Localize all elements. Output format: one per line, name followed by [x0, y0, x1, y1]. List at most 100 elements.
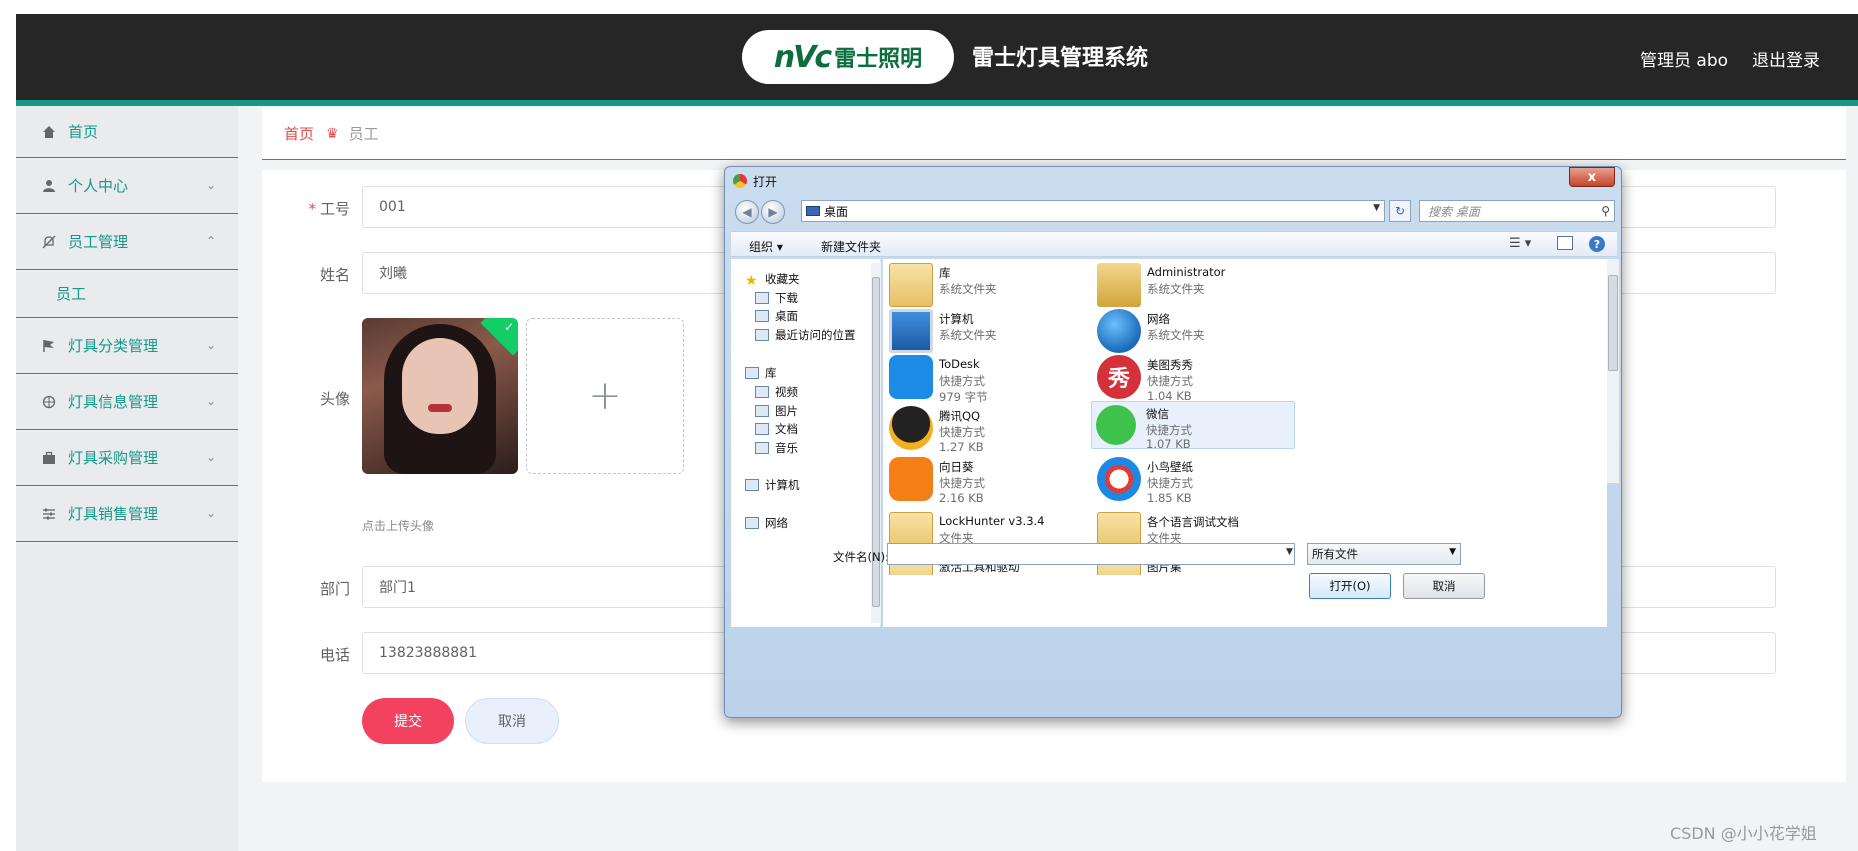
dialog-toolbar: 组织 ▾ 新建文件夹 ☰ ▾ ? — [731, 231, 1617, 257]
file-item[interactable]: 小鸟壁纸 快捷方式 1.85 KB — [1091, 453, 1331, 507]
nav-item-favorites[interactable]: ★ 收藏夹 — [745, 271, 800, 289]
meitu-icon: 秀 — [1097, 355, 1141, 399]
avatar-label: 头像 — [319, 390, 350, 408]
avatar-preview[interactable]: ✓ — [362, 318, 518, 474]
address-text: 桌面 — [824, 204, 849, 219]
file-item-selected[interactable]: 微信 快捷方式 1.07 KB — [1091, 401, 1295, 451]
nav-item-documents[interactable]: 文档 — [755, 421, 798, 437]
picture-icon — [755, 405, 769, 417]
logo-mark: nVc — [773, 39, 832, 75]
user-folder-icon — [1097, 263, 1141, 307]
submit-button[interactable]: 提交 — [362, 698, 454, 744]
video-icon — [755, 386, 769, 398]
nav-item-network[interactable]: 网络 — [745, 515, 788, 531]
sidebar-subitem-staff[interactable]: 员工 — [16, 270, 238, 318]
star-icon: ★ — [745, 273, 758, 289]
sidebar-item-label: 灯具分类管理 — [68, 337, 159, 355]
files-scrollbar-thumb[interactable] — [1608, 275, 1618, 371]
sidebar-item-home[interactable]: 首页 — [16, 106, 238, 158]
dialog-cancel-button[interactable]: 取消 — [1403, 573, 1485, 599]
music-icon — [755, 442, 769, 454]
nav-item-computer[interactable]: 计算机 — [745, 477, 800, 493]
brand-logo: nVc 雷士照明 — [742, 30, 954, 84]
back-button[interactable]: ◀ — [735, 200, 759, 224]
breadcrumb-current: 员工 — [348, 125, 379, 143]
open-button[interactable]: 打开(O) — [1309, 573, 1391, 599]
dropdown-arrow-icon[interactable]: ▼ — [1373, 203, 1380, 213]
nav-item-music[interactable]: 音乐 — [755, 440, 798, 456]
nav-item-libraries[interactable]: 库 — [745, 365, 777, 381]
library-icon — [745, 367, 759, 379]
filename-input[interactable] — [887, 543, 1295, 565]
logout-link[interactable]: 退出登录 — [1752, 46, 1820, 71]
preview-pane-icon[interactable] — [1557, 236, 1573, 250]
search-icon: ⚲ — [1601, 204, 1610, 218]
top-strip — [0, 0, 1858, 14]
required-mark: * — [308, 200, 316, 218]
refresh-button[interactable]: ↻ — [1389, 200, 1411, 222]
sidebar-item-category-mgmt[interactable]: 灯具分类管理 ⌄ — [16, 318, 238, 374]
sidebar-item-purchase-mgmt[interactable]: 灯具采购管理 ⌄ — [16, 430, 238, 486]
sidebar-item-label: 个人中心 — [68, 177, 129, 195]
nav-item-desktop[interactable]: 桌面 — [755, 308, 798, 324]
sidebar-item-profile[interactable]: 个人中心 ⌄ — [16, 158, 238, 214]
organize-menu[interactable]: 组织 ▾ — [749, 238, 783, 255]
sidebar-item-info-mgmt[interactable]: 灯具信息管理 ⌄ — [16, 374, 238, 430]
file-item[interactable]: 腾讯QQ 快捷方式 1.27 KB — [883, 402, 1123, 456]
file-list: 库 系统文件夹 Administrator 系统文件夹 计算机 系统文件夹 网络… — [883, 259, 1607, 627]
view-options-icon[interactable]: ☰ ▾ — [1509, 236, 1531, 251]
file-item[interactable]: ToDesk 快捷方式 979 字节 — [883, 351, 1123, 405]
sidebar-item-label: 首页 — [68, 123, 99, 141]
help-icon[interactable]: ? — [1589, 236, 1605, 252]
todesk-icon — [889, 355, 933, 399]
document-icon — [755, 423, 769, 435]
breadcrumb-home[interactable]: 首页 — [284, 123, 314, 144]
file-open-dialog: 打开 x ◀ ▶ 桌面 ▼ ↻ 搜索 桌面 ⚲ 组织 ▾ 新建文件夹 ☰ ▾ ?… — [724, 166, 1622, 718]
sidebar-item-staff-mgmt[interactable]: 员工管理 ⌃ — [16, 214, 238, 270]
dropdown-arrow-icon: ▼ — [1449, 547, 1456, 557]
breadcrumb: 首页 ♛ 员工 — [262, 108, 1846, 160]
system-title: 雷士灯具管理系统 — [972, 46, 1149, 71]
id-label: * 工号 — [308, 200, 350, 218]
nav-item-recent[interactable]: 最近访问的位置 — [755, 327, 856, 343]
filetype-select[interactable]: 所有文件 ▼ — [1307, 543, 1461, 565]
sidebar-item-sales-mgmt[interactable]: 灯具销售管理 ⌄ — [16, 486, 238, 542]
wechat-icon — [1096, 405, 1136, 445]
search-input[interactable]: 搜索 桌面 ⚲ — [1419, 200, 1615, 222]
sunlogin-icon — [889, 457, 933, 501]
upload-avatar-button[interactable]: + — [526, 318, 684, 474]
computer-icon — [745, 479, 759, 491]
file-item[interactable]: 向日葵 快捷方式 2.16 KB — [883, 453, 1123, 507]
address-bar[interactable]: 桌面 ▼ — [801, 200, 1385, 222]
nav-item-downloads[interactable]: 下载 — [755, 290, 798, 306]
sidebar-item-label: 灯具销售管理 — [68, 505, 159, 523]
cancel-button[interactable]: 取消 — [465, 698, 559, 744]
forward-button[interactable]: ▶ — [761, 200, 785, 224]
new-folder-button[interactable]: 新建文件夹 — [821, 238, 881, 255]
file-item[interactable]: 秀 美图秀秀 快捷方式 1.04 KB — [1091, 351, 1331, 405]
downloads-folder-icon — [755, 292, 769, 304]
chevron-down-icon: ⌄ — [205, 394, 216, 408]
folder-icon — [889, 263, 933, 307]
chevron-up-icon: ⌃ — [205, 234, 216, 248]
desktop-icon — [806, 206, 820, 216]
sidebar-subitem-label: 员工 — [56, 285, 87, 303]
arrow-right-icon: ▶ — [768, 205, 778, 219]
target-icon — [40, 393, 58, 411]
filename-label: 文件名(N): — [833, 550, 889, 564]
plus-icon: + — [588, 373, 622, 419]
home-icon — [40, 123, 58, 141]
chrome-icon — [733, 174, 747, 188]
chevron-down-icon: ⌄ — [205, 338, 216, 352]
network-icon — [1097, 309, 1141, 353]
computer-icon — [889, 309, 933, 353]
nav-item-pictures[interactable]: 图片 — [755, 403, 798, 419]
search-placeholder: 搜索 桌面 — [1428, 204, 1480, 219]
phone-label: 电话 — [319, 646, 350, 664]
arrow-left-icon: ◀ — [742, 205, 752, 219]
briefcase-icon — [40, 449, 58, 467]
nav-item-videos[interactable]: 视频 — [755, 384, 798, 400]
dialog-close-button[interactable]: x — [1569, 167, 1615, 187]
user-icon — [40, 177, 58, 195]
sidebar-item-label: 灯具信息管理 — [68, 393, 159, 411]
